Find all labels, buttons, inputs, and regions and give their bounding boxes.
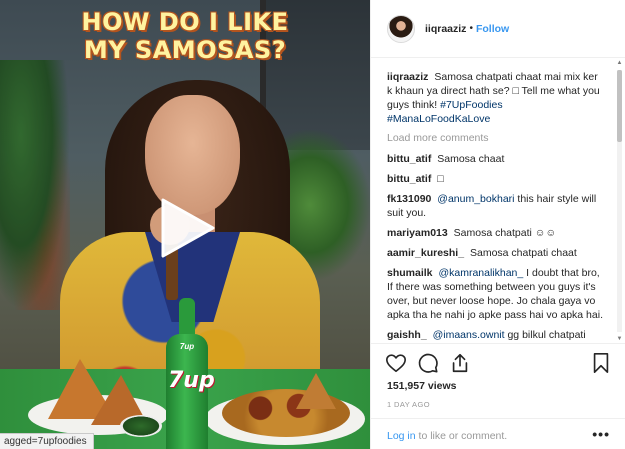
comment-icon — [418, 353, 438, 373]
post-media[interactable]: 7up 7up HOW DO I LIKE MY SAMOSAS? agged=… — [0, 0, 370, 449]
comment-text: Samosa chaat — [437, 153, 505, 165]
comment-mention[interactable]: @anum_bokhari — [437, 193, 514, 205]
comment-item: gaishh_ @imaans.ownit gg bilkul chatpati… — [387, 328, 604, 343]
share-icon — [452, 353, 468, 373]
status-bar-url: agged=7upfoodies — [0, 433, 94, 449]
comment-item: fk131090 @anum_bokhari this hair style w… — [387, 192, 604, 220]
background-plant-left — [0, 60, 70, 310]
comment-mention[interactable]: @imaans.ownit — [433, 329, 505, 341]
scrollbar-thumb[interactable] — [617, 70, 622, 142]
scroll-down-arrow-icon[interactable]: ▼ — [616, 336, 623, 343]
comment-mention[interactable]: @kamranalikhan_ — [438, 267, 523, 279]
like-button[interactable] — [385, 352, 407, 374]
post-footer: Log in to like or comment. ••• — [371, 418, 625, 449]
chutney-bowl — [120, 415, 162, 437]
action-bar — [371, 343, 625, 379]
comment-username[interactable]: shumailk — [387, 267, 433, 279]
follow-button[interactable]: Follow — [476, 23, 509, 35]
comment-username[interactable]: aamir_kureshi_ — [387, 247, 464, 259]
comment-username[interactable]: mariyam013 — [387, 227, 448, 239]
7up-bottle: 7up 7up — [166, 298, 215, 449]
comment-item: bittu_atif Samosa chaat — [387, 152, 604, 166]
login-prompt-text: to like or comment. — [418, 430, 508, 442]
caption-username[interactable]: iiqraaziz — [387, 71, 428, 83]
video-title-line2: MY SAMOSAS? — [83, 36, 287, 64]
bottle-brand-logo: 7up — [168, 368, 215, 393]
comment-text: Samosa chatpati chaat — [469, 247, 577, 259]
video-title: HOW DO I LIKE MY SAMOSAS? — [0, 8, 370, 64]
scrollbar-track[interactable] — [617, 70, 622, 332]
post-header: iiqraaziz • Follow — [371, 0, 625, 58]
post-panel: iiqraaziz • Follow iiqraaziz Samosa chat… — [370, 0, 625, 449]
bookmark-icon — [593, 353, 609, 373]
load-more-comments-button[interactable]: Load more comments — [387, 132, 604, 144]
caption: iiqraaziz Samosa chatpati chaat mai mix … — [387, 70, 604, 126]
header-username[interactable]: iiqraaziz — [425, 23, 466, 35]
comment-item: shumailk @kamranalikhan_ I doubt that br… — [387, 266, 604, 322]
save-button[interactable] — [590, 352, 612, 374]
separator-dot: • — [469, 23, 473, 34]
comment-button[interactable] — [417, 352, 439, 374]
comment-item: aamir_kureshi_ Samosa chatpati chaat — [387, 246, 604, 260]
comment-item: mariyam013 Samosa chatpati ☺☺ — [387, 226, 604, 240]
comment-item: bittu_atif □ — [387, 172, 604, 186]
login-link[interactable]: Log in — [387, 430, 416, 442]
scroll-up-arrow-icon[interactable]: ▲ — [616, 60, 623, 67]
play-button[interactable] — [157, 196, 217, 260]
post-timestamp[interactable]: 1 DAY AGO — [387, 400, 430, 409]
video-title-line1: HOW DO I LIKE — [81, 8, 289, 36]
chaat-dish — [222, 389, 350, 437]
comment-username[interactable]: bittu_atif — [387, 153, 431, 165]
play-icon — [161, 198, 215, 258]
comments-scrollbar[interactable]: ▲ ▼ — [616, 60, 623, 343]
avatar[interactable] — [387, 14, 415, 43]
more-options-icon[interactable]: ••• — [592, 427, 610, 441]
comment-text: □ — [437, 173, 444, 185]
heart-icon — [386, 354, 406, 373]
bottle-small-logo: 7up — [179, 342, 195, 351]
comment-username[interactable]: gaishh_ — [387, 329, 427, 341]
comment-text: Samosa chatpati ☺☺ — [453, 227, 557, 239]
comment-username[interactable]: bittu_atif — [387, 173, 431, 185]
comments-list[interactable]: iiqraaziz Samosa chatpati chaat mai mix … — [371, 58, 616, 343]
comment-username[interactable]: fk131090 — [387, 193, 431, 205]
share-button[interactable] — [449, 352, 471, 374]
login-prompt: Log in to like or comment. — [387, 430, 507, 442]
view-count[interactable]: 151,957 views — [387, 380, 456, 392]
